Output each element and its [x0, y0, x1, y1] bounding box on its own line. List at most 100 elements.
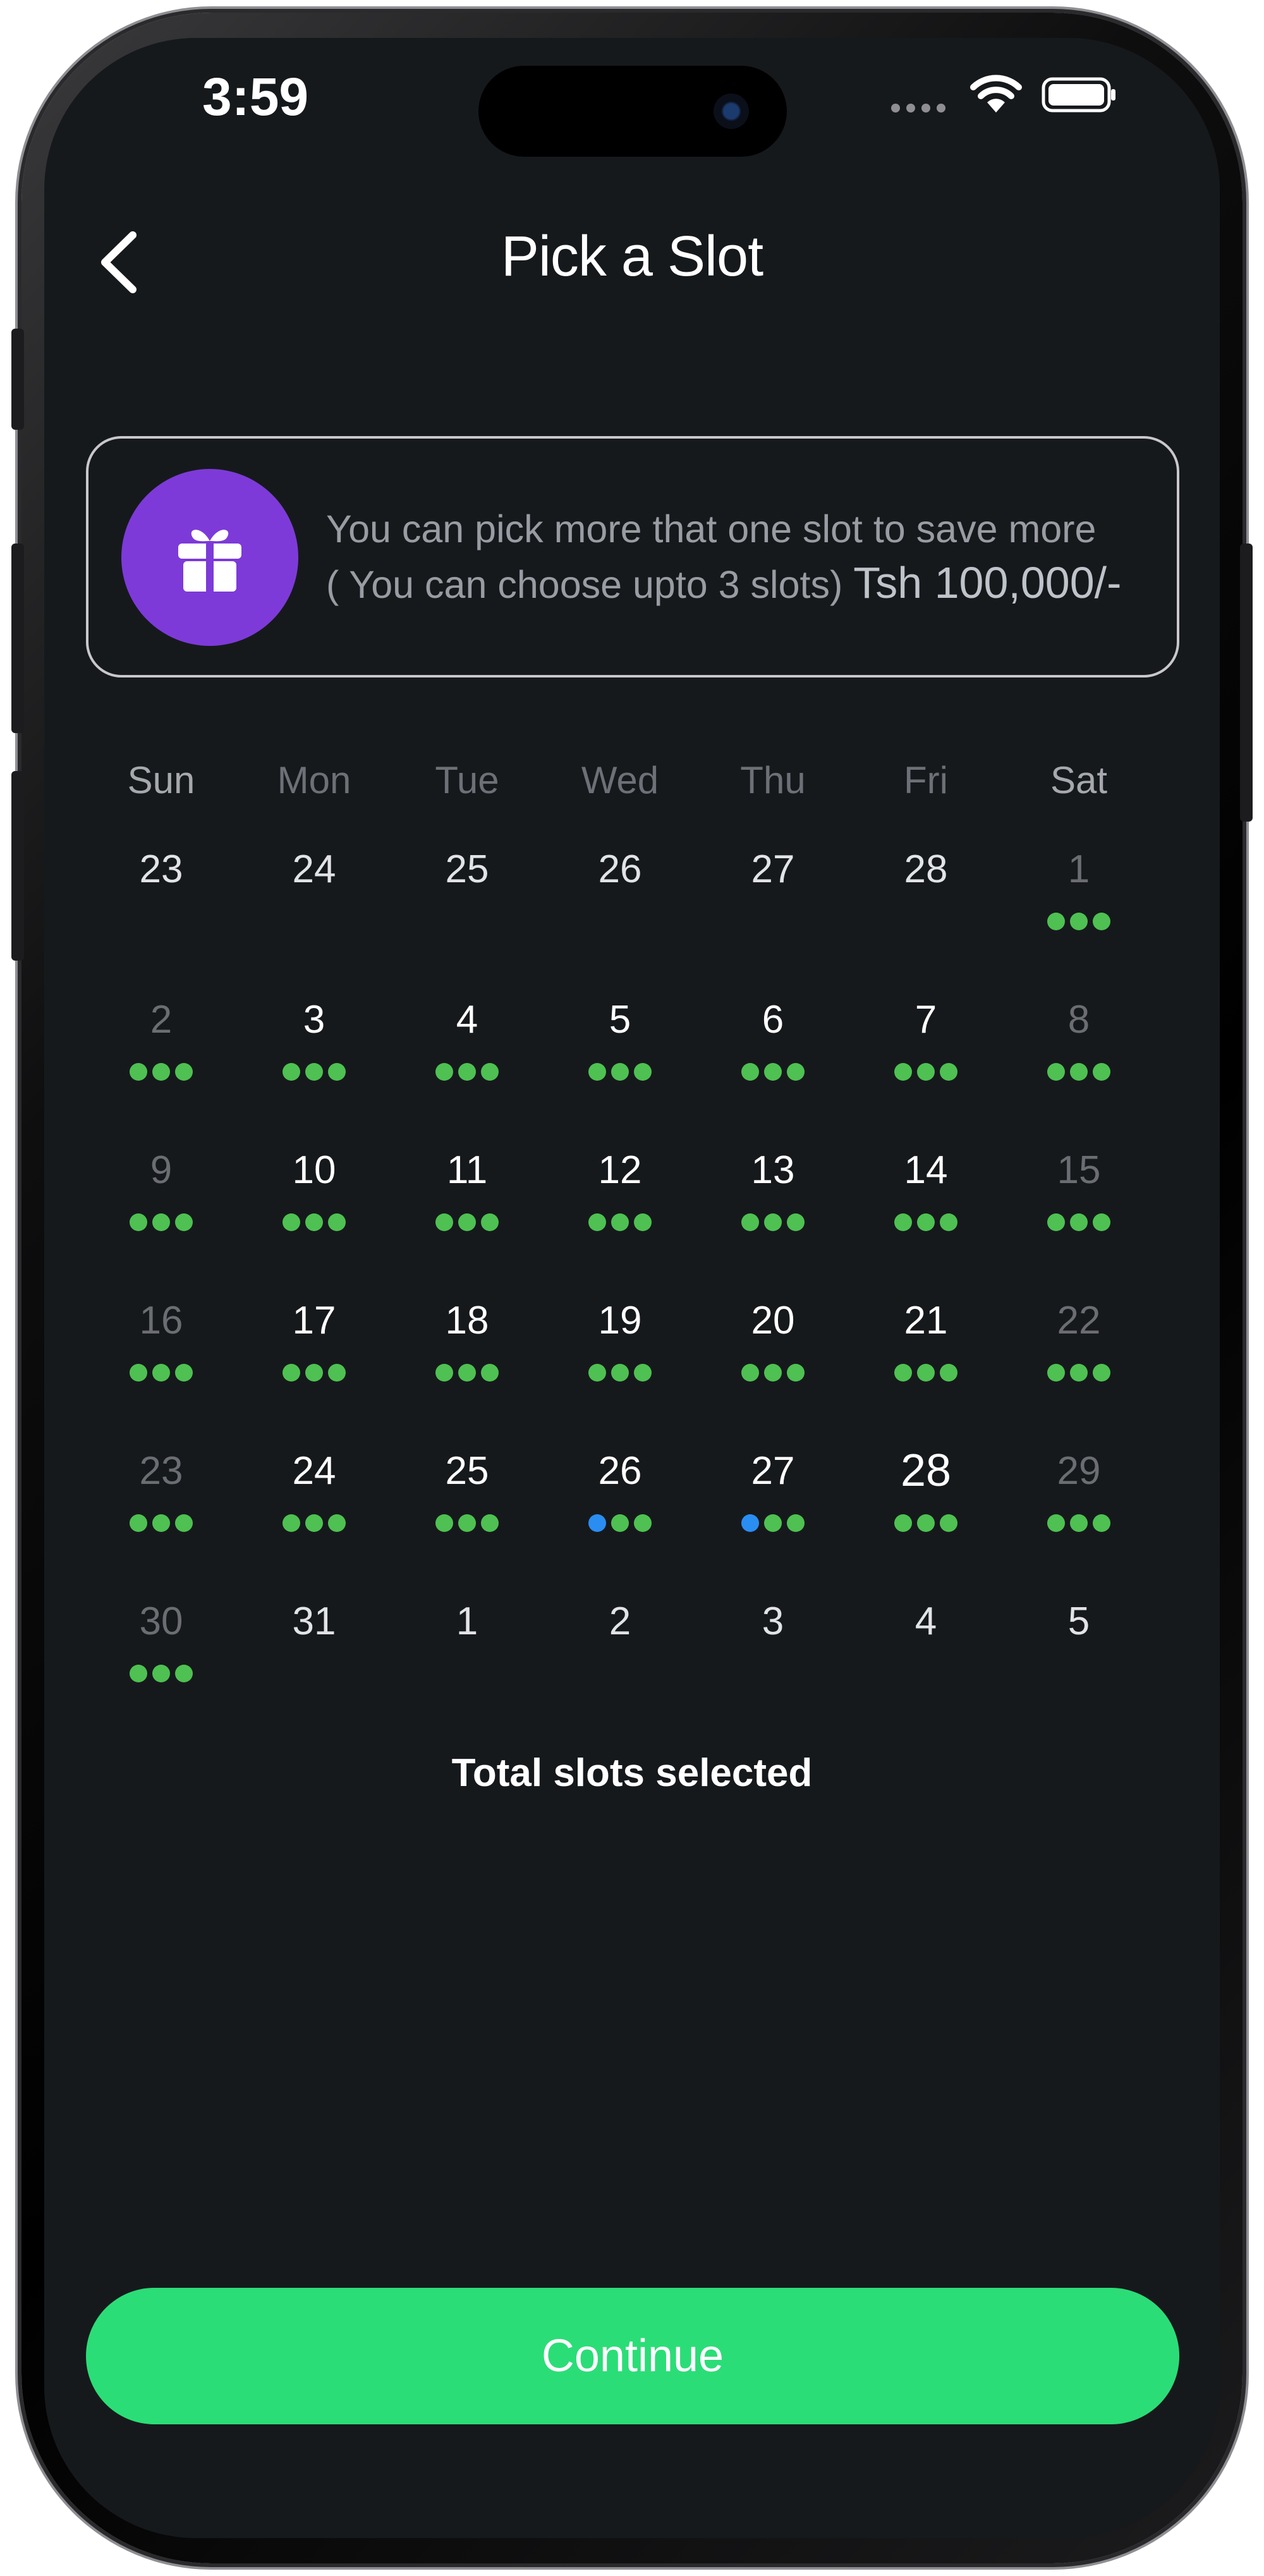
calendar-day[interactable]: 27	[703, 1449, 842, 1575]
calendar-day[interactable]: 6	[703, 997, 842, 1124]
calendar-day: 4	[856, 1599, 995, 1725]
slot-available-dot	[787, 1514, 805, 1532]
slot-available-dot	[481, 1514, 499, 1532]
day-number: 11	[446, 1148, 488, 1192]
day-number: 31	[292, 1600, 336, 1643]
calendar-day[interactable]: 28	[856, 1445, 995, 1575]
slot-indicators	[92, 1364, 231, 1382]
slot-indicators	[92, 1213, 231, 1231]
slot-indicators	[703, 1514, 842, 1532]
slot-indicators	[856, 1364, 995, 1382]
slot-indicators	[1009, 1364, 1148, 1382]
calendar-day[interactable]: 15	[1009, 1148, 1148, 1274]
day-number: 2	[609, 1600, 631, 1643]
slot-available-dot	[175, 1364, 193, 1382]
slot-available-dot	[1047, 1213, 1065, 1231]
slot-available-dot	[894, 1213, 912, 1231]
calendar-day[interactable]: 17	[245, 1298, 384, 1425]
slot-available-dot	[152, 1514, 170, 1532]
calendar-day[interactable]: 22	[1009, 1298, 1148, 1425]
slot-available-dot	[152, 1665, 170, 1682]
slot-available-dot	[305, 1514, 323, 1532]
slot-available-dot	[611, 1063, 629, 1081]
calendar-day[interactable]: 8	[1009, 997, 1148, 1124]
slot-indicators	[398, 1364, 537, 1382]
promo-subtext: ( You can choose upto 3 slots) Tsh 100,0…	[326, 557, 1121, 608]
calendar-day[interactable]: 12	[550, 1148, 690, 1274]
calendar-day[interactable]: 20	[703, 1298, 842, 1425]
calendar-day[interactable]: 14	[856, 1148, 995, 1274]
slot-available-dot	[152, 1063, 170, 1081]
calendar-day[interactable]: 3	[245, 997, 384, 1124]
slot-indicators	[1009, 1063, 1148, 1081]
slot-available-dot	[435, 1514, 453, 1532]
slot-available-dot	[634, 1514, 652, 1532]
calendar-day[interactable]: 26	[550, 1449, 690, 1575]
total-slots-label: Total slots selected	[451, 1751, 813, 1795]
calendar-day[interactable]: 5	[550, 997, 690, 1124]
slot-available-dot	[1070, 1364, 1088, 1382]
day-number: 23	[139, 848, 183, 891]
slot-available-dot	[634, 1063, 652, 1081]
calendar-day[interactable]: 18	[398, 1298, 537, 1425]
day-number: 2	[150, 998, 173, 1042]
calendar-day[interactable]: 21	[856, 1298, 995, 1425]
slot-available-dot	[764, 1063, 782, 1081]
slot-indicators	[398, 1063, 537, 1081]
calendar-day[interactable]: 13	[703, 1148, 842, 1274]
day-number: 27	[751, 848, 795, 891]
calendar-day[interactable]: 4	[398, 997, 537, 1124]
calendar-day[interactable]: 11	[398, 1148, 537, 1274]
calendar-day[interactable]: 23	[92, 1449, 231, 1575]
calendar-day: 31	[245, 1599, 384, 1725]
slot-indicators	[92, 1514, 231, 1532]
calendar-day: 24	[245, 847, 384, 973]
slot-available-dot	[588, 1364, 606, 1382]
slot-available-dot	[611, 1364, 629, 1382]
day-number: 4	[915, 1600, 937, 1643]
day-number: 20	[751, 1299, 795, 1342]
calendar-day[interactable]: 2	[92, 997, 231, 1124]
day-number: 5	[609, 998, 631, 1042]
slot-indicators	[1009, 1213, 1148, 1231]
continue-button[interactable]: Continue	[86, 2288, 1179, 2424]
calendar-day: 25	[398, 847, 537, 973]
calendar-day[interactable]: 30	[92, 1599, 231, 1725]
calendar-day[interactable]: 7	[856, 997, 995, 1124]
slot-available-dot	[328, 1364, 346, 1382]
slot-available-dot	[894, 1514, 912, 1532]
calendar-day[interactable]: 24	[245, 1449, 384, 1575]
calendar-day[interactable]: 25	[398, 1449, 537, 1575]
day-number: 4	[456, 998, 478, 1042]
slot-available-dot	[458, 1364, 476, 1382]
slot-indicators	[703, 1213, 842, 1231]
calendar-day: 26	[550, 847, 690, 973]
slot-available-dot	[130, 1063, 147, 1081]
slot-indicators	[856, 1213, 995, 1231]
calendar-day[interactable]: 10	[245, 1148, 384, 1274]
slot-indicators	[856, 1063, 995, 1081]
slot-available-dot	[1070, 913, 1088, 930]
slot-available-dot	[283, 1213, 300, 1231]
weekday-label: Sun	[127, 759, 195, 801]
calendar-day[interactable]: 9	[92, 1148, 231, 1274]
day-number: 18	[445, 1299, 489, 1342]
slot-available-dot	[283, 1514, 300, 1532]
day-number: 19	[598, 1299, 642, 1342]
calendar-day[interactable]: 1	[1009, 847, 1148, 973]
calendar-day[interactable]: 29	[1009, 1449, 1148, 1575]
slot-available-dot	[130, 1364, 147, 1382]
slot-available-dot	[634, 1364, 652, 1382]
slot-available-dot	[175, 1063, 193, 1081]
slot-indicators	[550, 1063, 690, 1081]
calendar-day[interactable]: 16	[92, 1298, 231, 1425]
slot-available-dot	[328, 1063, 346, 1081]
slot-available-dot	[1093, 913, 1110, 930]
cellular-signal-icon	[891, 104, 945, 112]
slot-available-dot	[435, 1063, 453, 1081]
slot-available-dot	[940, 1213, 957, 1231]
slot-available-dot	[305, 1364, 323, 1382]
calendar-day[interactable]: 19	[550, 1298, 690, 1425]
slot-available-dot	[1093, 1213, 1110, 1231]
slot-available-dot	[588, 1063, 606, 1081]
